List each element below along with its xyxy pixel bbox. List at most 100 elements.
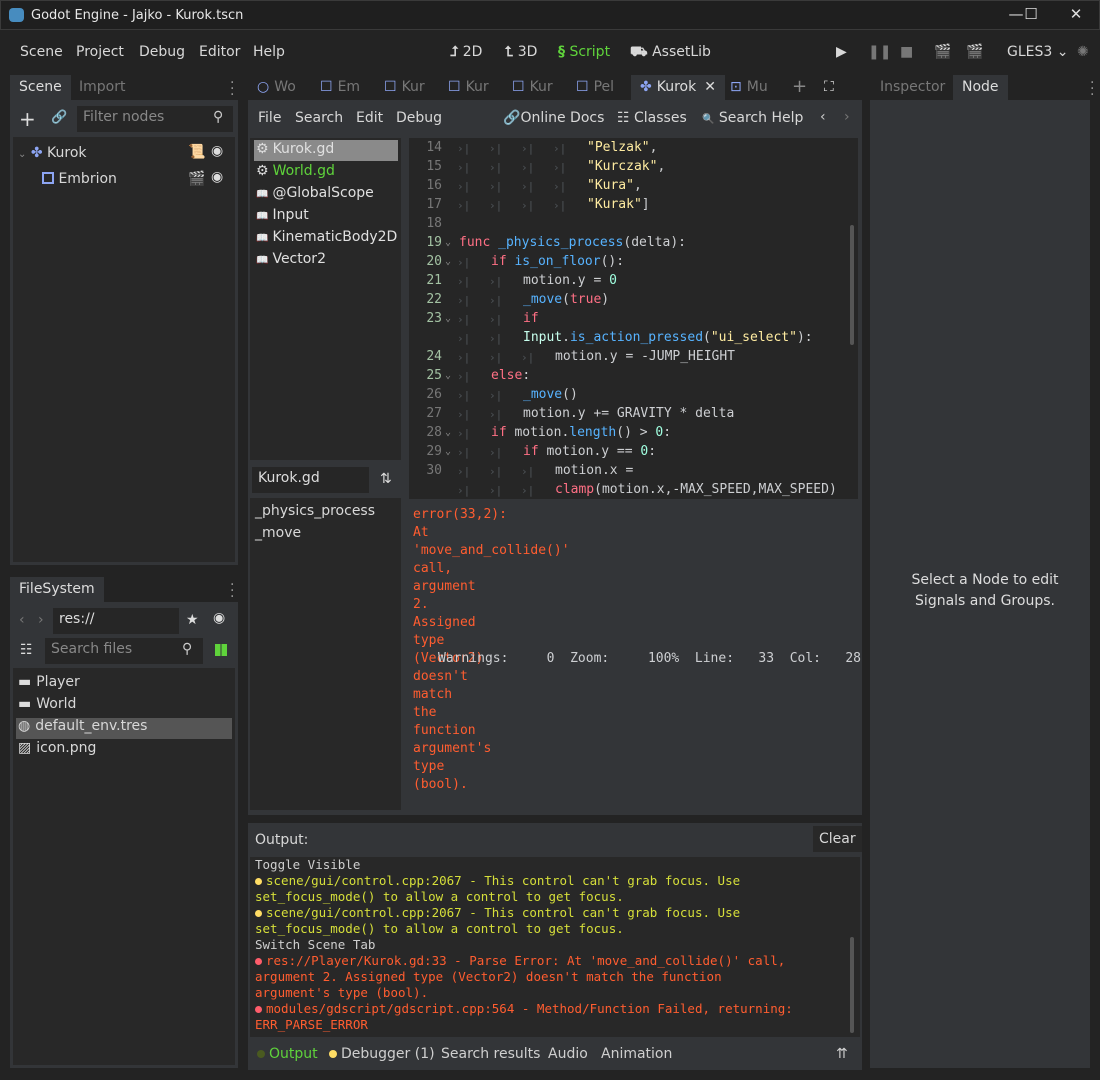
file-item[interactable]: ▬ World	[18, 696, 76, 712]
tab-node[interactable]: Node	[953, 75, 1008, 100]
play-scene-icon[interactable]: 🎬	[934, 44, 951, 60]
dock-menu-icon[interactable]: · · ·	[230, 578, 234, 604]
script-list-item[interactable]: 📖 Input	[256, 207, 309, 223]
script-name: KinematicBody2D	[272, 229, 398, 245]
dock-menu-icon[interactable]: · · ·	[1090, 76, 1094, 102]
forward-icon[interactable]: ›	[38, 612, 44, 628]
member-item[interactable]: _move	[255, 525, 301, 541]
scene-tab[interactable]: ☐ Kur	[439, 75, 498, 100]
file-name: Player	[36, 674, 80, 690]
back-icon[interactable]: ‹	[19, 612, 25, 628]
script-menu-search[interactable]: Search	[295, 110, 343, 126]
fold-chevron-icon[interactable]: ⌄	[445, 446, 451, 457]
search-help-button[interactable]: 🔍 Search Help	[702, 110, 803, 126]
code-token: (	[562, 292, 570, 307]
script-list-item[interactable]: ⚙ Kurok.gd	[256, 141, 334, 157]
fold-chevron-icon[interactable]: ⌄	[445, 237, 451, 248]
play-icon[interactable]: ▶	[836, 44, 847, 60]
fold-chevron-icon[interactable]: ⌄	[445, 370, 451, 381]
menu-scene[interactable]: Scene	[20, 44, 63, 60]
visibility-icon[interactable]: ◉	[211, 169, 223, 185]
script-list-item[interactable]: 📖 Vector2	[256, 251, 326, 267]
sort-icon[interactable]: ⇅	[380, 471, 392, 487]
bottom-tab-output[interactable]: Output	[257, 1046, 318, 1062]
script-menu-file[interactable]: File	[258, 110, 281, 126]
workspace-assetlib[interactable]: ⛟ AssetLib	[630, 44, 711, 62]
menu-help[interactable]: Help	[253, 44, 285, 60]
menu-editor[interactable]: Editor	[199, 44, 240, 60]
tree-node-embrion[interactable]: Embrion	[42, 171, 117, 187]
spinner-icon: ✺	[1077, 44, 1089, 60]
code-scrollbar[interactable]	[850, 225, 854, 345]
classes-button[interactable]: ☷ Classes	[617, 110, 687, 126]
renderer-select[interactable]: GLES3 ⌄	[1007, 44, 1068, 60]
code-token: ,	[649, 140, 658, 155]
workspace-2d[interactable]: ⮥ 2D	[450, 44, 482, 60]
clear-button[interactable]: Clear	[813, 826, 862, 852]
close-tab-icon[interactable]: ✕	[704, 79, 716, 95]
filter-nodes-input[interactable]: Filter nodes	[77, 106, 233, 132]
scene-tab[interactable]: ⊡ Mu	[721, 75, 777, 100]
scene-tab[interactable]: ☐ Pel	[567, 75, 623, 100]
bottom-tab-search-results[interactable]: Search results	[441, 1046, 540, 1062]
close-window-button[interactable]: ✕	[1061, 5, 1091, 27]
add-node-icon[interactable]: +	[19, 107, 36, 131]
tab-inspector[interactable]: Inspector	[870, 75, 954, 100]
line-number: 16	[426, 178, 442, 193]
tree-node-kurok[interactable]: ⌄ ✤ Kurok	[18, 145, 87, 161]
workspace-3d[interactable]: ⮤ 3D	[505, 44, 537, 60]
distraction-free-icon[interactable]: ⛶	[815, 75, 843, 100]
script-list-item[interactable]: ⚙ World.gd	[256, 163, 335, 179]
path-input[interactable]: res://	[53, 608, 179, 634]
online-docs-link[interactable]: 🔗Online Docs	[503, 110, 604, 126]
script-list-item[interactable]: 📖 KinematicBody2D	[256, 229, 397, 245]
dock-menu-icon[interactable]: · · ·	[230, 76, 234, 102]
menu-project[interactable]: Project	[76, 44, 124, 60]
fold-chevron-icon[interactable]: ⌄	[445, 313, 451, 324]
tab-import[interactable]: Import	[70, 75, 134, 100]
tab-scene[interactable]: Scene	[10, 75, 71, 100]
fold-chevron-icon[interactable]: ⌄	[445, 256, 451, 267]
fold-chevron-icon[interactable]: ⌄	[445, 427, 451, 438]
output-scrollbar[interactable]	[850, 937, 854, 1033]
file-item[interactable]: ◍ default_env.tres	[18, 718, 147, 734]
node2d-icon: ☐	[512, 79, 525, 95]
workspace-script[interactable]: § Script	[558, 44, 610, 60]
menu-debug[interactable]: Debug	[139, 44, 185, 60]
favorite-star-icon[interactable]: ★	[186, 612, 199, 628]
member-item[interactable]: _physics_process	[255, 503, 375, 519]
scene-tab[interactable]: ☐ Kur	[375, 75, 434, 100]
file-item[interactable]: ▬ Player	[18, 674, 80, 690]
script-menu-edit[interactable]: Edit	[356, 110, 383, 126]
scene-tab[interactable]: ✤ Kurok ✕	[631, 75, 725, 100]
scene-tab[interactable]: ☐ Em	[311, 75, 369, 100]
scene-tab[interactable]: ○ Wo	[248, 75, 305, 100]
members-filter-input[interactable]: Kurok.gd	[252, 467, 369, 493]
tab-filesystem[interactable]: FileSystem	[10, 577, 104, 602]
bottom-tab-animation[interactable]: Animation	[601, 1046, 672, 1062]
link-icon[interactable]: 🔗	[51, 110, 67, 125]
pause-icon[interactable]: ❚❚	[868, 44, 891, 60]
script-menu-debug[interactable]: Debug	[396, 110, 442, 126]
visibility-icon[interactable]: ◉	[211, 143, 223, 159]
stop-icon[interactable]: ■	[900, 44, 913, 60]
chevron-down-icon[interactable]: ⌄	[18, 149, 26, 160]
search-files-input[interactable]: Search files	[45, 638, 203, 664]
code-editor[interactable]: 14 ›| ›| ›| ›| "Pelzak", 15 ›| ›| ›| ›| "Kurczak", 1…	[409, 138, 858, 499]
bottom-tab-debugger[interactable]: Debugger (1)	[329, 1046, 435, 1062]
script-list-item[interactable]: 📖 @GlobalScope	[256, 185, 374, 201]
add-tab-icon[interactable]: +	[783, 72, 816, 97]
instance-icon[interactable]: 🎬	[188, 171, 205, 187]
play-custom-scene-icon[interactable]: 🎬	[966, 44, 983, 60]
visibility-icon[interactable]: ◉	[213, 610, 225, 626]
file-item[interactable]: ▨ icon.png	[18, 740, 96, 756]
maximize-button[interactable]: ☐	[1016, 5, 1046, 27]
script-attached-icon[interactable]: 📜	[188, 144, 205, 160]
history-forward-icon[interactable]: ›	[844, 109, 850, 125]
history-back-icon[interactable]: ‹	[820, 109, 826, 125]
scene-tab[interactable]: ☐ Kur	[503, 75, 562, 100]
tree-view-icon[interactable]: ☷	[20, 642, 33, 658]
bottom-tab-audio[interactable]: Audio	[548, 1046, 588, 1062]
grid-view-icon[interactable]	[215, 644, 227, 656]
expand-panel-icon[interactable]: ⇈	[836, 1046, 848, 1062]
